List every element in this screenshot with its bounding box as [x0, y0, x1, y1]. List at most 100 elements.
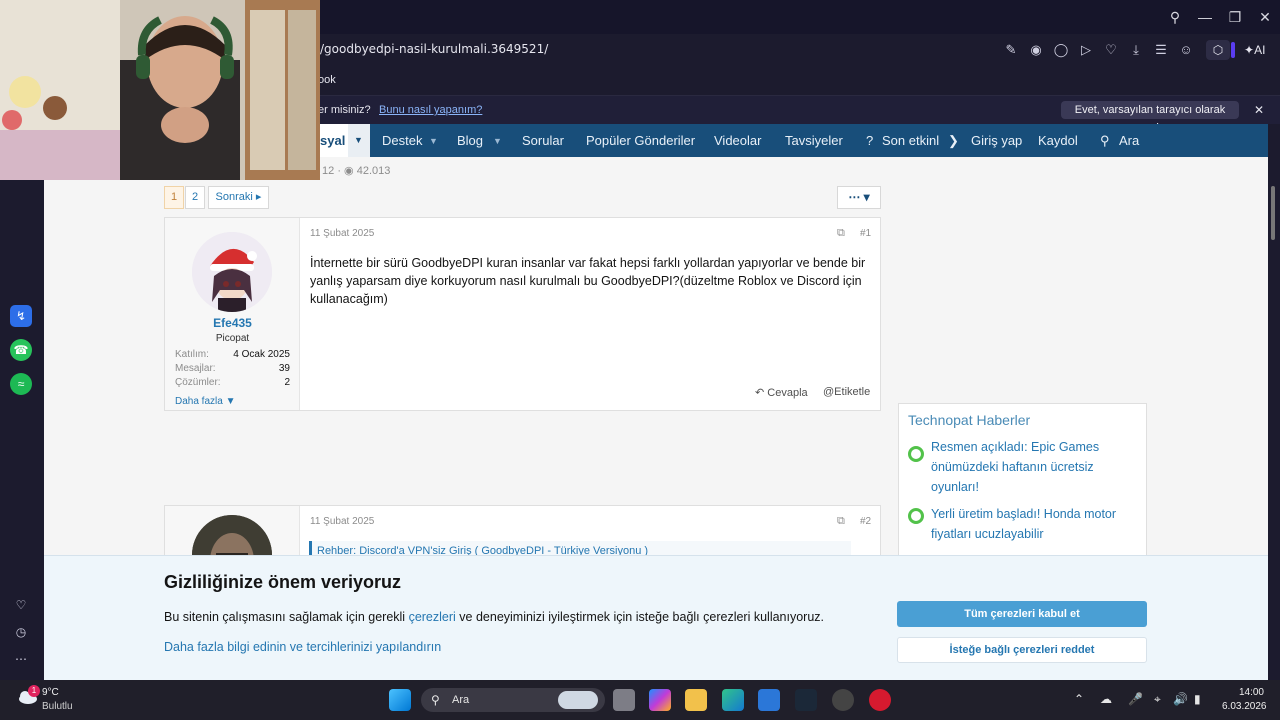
- weather-condition[interactable]: Bulutlu: [42, 701, 73, 712]
- chevron-right-icon: ▸: [255, 191, 262, 203]
- start-icon[interactable]: [389, 689, 411, 711]
- battery-icon[interactable]: ▮: [1194, 692, 1201, 706]
- url-field[interactable]: /goodbyedpi-nasil-kurulmali.3649521/: [320, 42, 548, 56]
- opera-icon[interactable]: [869, 689, 891, 711]
- close-window-button[interactable]: ✕: [1250, 6, 1280, 28]
- news-item[interactable]: Resmen açıkladı: Epic Games önümüzdeki h…: [931, 437, 1141, 497]
- heart-sidebar-icon[interactable]: ♡: [12, 596, 30, 614]
- infobar-close-icon[interactable]: ✕: [1251, 101, 1267, 119]
- file-explorer-icon[interactable]: [685, 689, 707, 711]
- ai-label: AI: [1254, 43, 1266, 57]
- nav-item-tavsiyeler[interactable]: Tavsiyeler: [785, 133, 843, 148]
- login-link[interactable]: Giriş yap: [971, 133, 1022, 148]
- search-icon[interactable]: ⚲: [1100, 133, 1110, 149]
- nav-item-destek[interactable]: Destek: [382, 133, 422, 148]
- page-button-2[interactable]: 2: [185, 186, 205, 209]
- stat-label: Mesajlar:: [175, 363, 216, 374]
- nav-item-blog[interactable]: Blog: [457, 133, 483, 148]
- thread-options-button[interactable]: ⋯ ▾: [837, 186, 881, 209]
- stat-value: 4 Ocak 2025: [233, 349, 290, 360]
- news-title[interactable]: Technopat Haberler: [908, 412, 1030, 428]
- cookie-preferences-link[interactable]: Daha fazla bilgi edinin ve tercihleriniz…: [164, 640, 441, 654]
- bookmark-item[interactable]: ook: [318, 74, 336, 86]
- menu-icon[interactable]: ☰: [1151, 40, 1171, 60]
- caret-down-icon[interactable]: ▼: [429, 136, 438, 146]
- share-icon[interactable]: ⧉: [837, 227, 845, 240]
- nav-item-populer[interactable]: Popüler Gönderiler: [586, 133, 695, 148]
- nav-active-label: syal: [320, 133, 346, 148]
- ai-button[interactable]: ✦AI: [1244, 40, 1276, 60]
- reply-icon: ↶: [755, 387, 765, 399]
- volume-icon[interactable]: 🔊: [1173, 692, 1188, 706]
- obs-icon[interactable]: [832, 689, 854, 711]
- reply-button[interactable]: ↶ Cevapla: [755, 386, 808, 399]
- user-name[interactable]: Efe435: [165, 316, 300, 330]
- share-icon[interactable]: ⧉: [837, 515, 845, 528]
- caret-down-icon[interactable]: ▼: [493, 136, 502, 146]
- power-icon: [908, 446, 924, 462]
- views-count: 42.013: [356, 165, 391, 177]
- more-info-link[interactable]: Daha fazla ▼: [175, 396, 236, 407]
- register-link[interactable]: Kaydol: [1038, 133, 1078, 148]
- search-highlight-icon: [558, 691, 598, 709]
- minimize-button[interactable]: —: [1190, 6, 1220, 28]
- weather-badge: 1: [28, 685, 40, 697]
- nav-item-son-etkinlik[interactable]: Son etkinl: [882, 133, 939, 148]
- edge-icon[interactable]: [722, 689, 744, 711]
- user-avatar[interactable]: [192, 232, 272, 312]
- shield-icon[interactable]: ◯: [1051, 40, 1071, 60]
- stat-label: Katılım:: [175, 349, 209, 360]
- post-number[interactable]: #2: [860, 516, 871, 527]
- cookie-text-before: Bu sitenin çalışmasını sağlamak için ger…: [164, 610, 409, 624]
- next-page-button[interactable]: Sonraki ▸: [208, 186, 269, 209]
- power-icon: [908, 508, 924, 524]
- infobar-question: er misiniz?: [318, 104, 371, 116]
- post-date[interactable]: 11 Şubat 2025: [310, 516, 374, 527]
- question-icon: ?: [866, 133, 874, 148]
- webcam-overlay: [0, 0, 320, 180]
- chevron-up-icon[interactable]: ⌃: [1074, 692, 1084, 706]
- news-item[interactable]: Yerli üretim başladı! Honda motor fiyatl…: [931, 504, 1141, 544]
- search-link[interactable]: Ara: [1119, 133, 1139, 148]
- copilot-icon[interactable]: [649, 689, 671, 711]
- edit-icon[interactable]: ✎: [1001, 40, 1021, 60]
- at-icon: @: [823, 386, 835, 398]
- page-button-1[interactable]: 1: [164, 186, 184, 209]
- messenger-icon[interactable]: ↯: [10, 305, 32, 327]
- taskbar: [0, 680, 1280, 720]
- accept-cookies-button[interactable]: Tüm çerezleri kabul et: [897, 601, 1147, 627]
- camera-icon[interactable]: ◉: [1026, 40, 1046, 60]
- scrollbar-thumb[interactable]: [1271, 186, 1275, 240]
- clock-date[interactable]: 6.03.2026: [1222, 701, 1267, 712]
- post-number[interactable]: #1: [860, 228, 871, 239]
- weather-temp[interactable]: 9°C: [42, 687, 59, 698]
- whatsapp-icon[interactable]: ☎: [10, 339, 32, 361]
- more-icon[interactable]: ⋯: [12, 650, 30, 668]
- extensions-button[interactable]: ⬡: [1206, 40, 1230, 60]
- mention-button[interactable]: @Etiketle: [823, 386, 870, 398]
- nav-item-sorular[interactable]: Sorular: [522, 133, 564, 148]
- clock-time[interactable]: 14:00: [1232, 687, 1264, 698]
- wifi-icon[interactable]: ⌖: [1154, 692, 1161, 707]
- cookie-link[interactable]: çerezleri: [409, 610, 456, 624]
- cloud-tray-icon[interactable]: ☁: [1100, 692, 1112, 706]
- play-icon[interactable]: ▷: [1076, 40, 1096, 60]
- post-date[interactable]: 11 Şubat 2025: [310, 228, 374, 239]
- task-view-icon[interactable]: [613, 689, 635, 711]
- infobar-howto-link[interactable]: Bunu nasıl yapanım?: [379, 104, 482, 116]
- microphone-icon[interactable]: 🎤: [1128, 692, 1143, 706]
- steam-icon[interactable]: [795, 689, 817, 711]
- nav-item-videolar[interactable]: Videolar: [714, 133, 761, 148]
- nav-active-caret-box[interactable]: ▼: [348, 124, 370, 157]
- profile-icon[interactable]: ☺: [1176, 40, 1196, 60]
- search-icon[interactable]: ⚲: [1160, 6, 1190, 28]
- history-icon[interactable]: ◷: [12, 623, 30, 641]
- store-icon[interactable]: [758, 689, 780, 711]
- maximize-button[interactable]: ❐: [1220, 6, 1250, 28]
- spotify-icon[interactable]: ≈: [10, 373, 32, 395]
- heart-icon[interactable]: ♡: [1101, 40, 1121, 60]
- reject-cookies-button[interactable]: İsteğe bağlı çerezleri reddet: [897, 637, 1147, 663]
- set-default-button[interactable]: Evet, varsayılan tarayıcı olarak ayarla: [1061, 101, 1239, 134]
- download-icon[interactable]: ⤓: [1126, 40, 1146, 60]
- nav-scroll-right-icon[interactable]: ❯: [948, 133, 959, 149]
